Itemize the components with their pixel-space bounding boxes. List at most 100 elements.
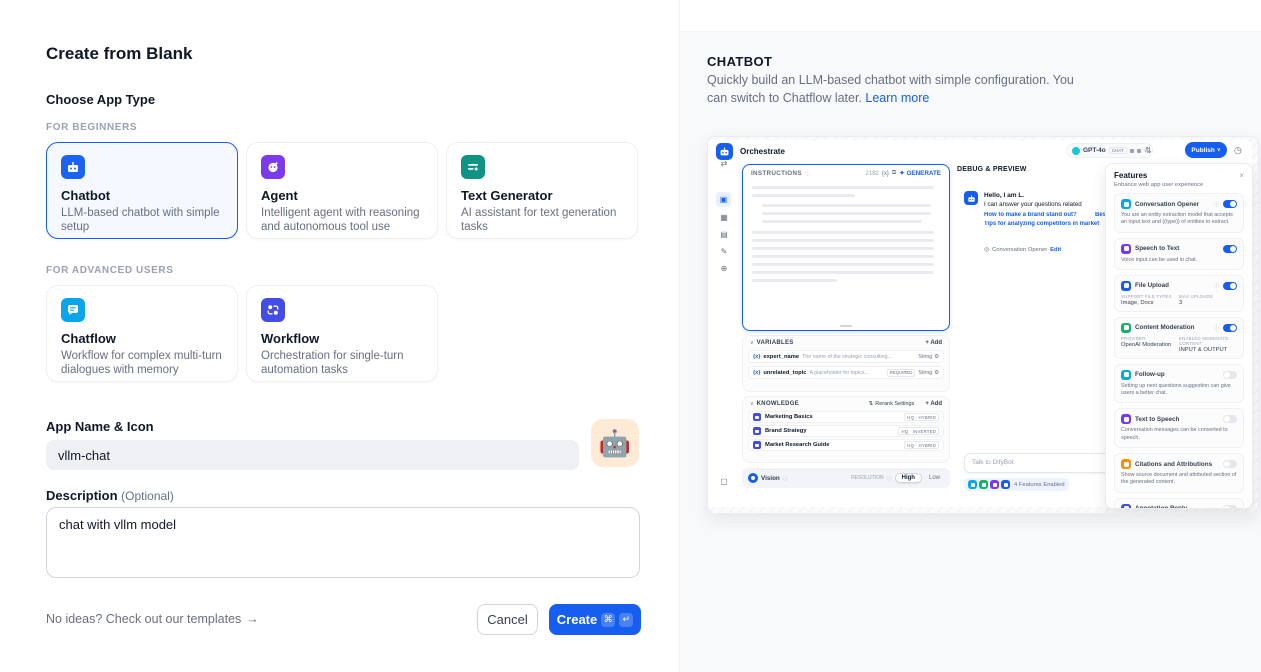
model-settings-icon: ⇅ [1145, 146, 1152, 155]
info-icon: ⓘ [1214, 324, 1219, 331]
note-icon: ✎ [717, 247, 731, 256]
create-app-dialog: Create from Blank Choose App Type FOR BE… [0, 0, 679, 672]
instructions-panel: INSTRUCTIONS ⓘ 2182 {x} ⧉ ✦ GENERATE [742, 164, 950, 331]
create-button[interactable]: Create ⌘ ↵ [549, 604, 641, 635]
knowledge-row: Brand Strategy HQ · INVERTED [748, 425, 944, 437]
copy-icon: ⧉ [892, 170, 896, 177]
info-icon: ⓘ [1214, 282, 1219, 289]
target-icon: ◎ [984, 247, 989, 253]
citations-icon [1121, 459, 1131, 469]
for-advanced-users-label: FOR ADVANCED USERS [46, 265, 173, 276]
model-param-icon [1137, 149, 1141, 153]
cancel-button[interactable]: Cancel [477, 604, 538, 635]
description-label: Description (Optional) [46, 488, 174, 503]
features-panel: Features × Enhance web app user experien… [1105, 163, 1253, 509]
app-type-desc: Intelligent agent with reasoning and aut… [261, 206, 423, 235]
app-type-card-chatflow[interactable]: Chatflow Workflow for complex multi-turn… [46, 285, 238, 382]
toggle-off [1223, 415, 1237, 423]
knowledge-title: KNOWLEDGE [757, 401, 799, 407]
suggestion-row: Tips for analyzing competitors in market [984, 221, 1106, 227]
feature-conversation-opener: Conversation Opener ⓘ You are an entity … [1114, 193, 1244, 233]
vision-setting-row: Vision ⓘ RESOLUTION ⓘ High Low [742, 468, 950, 488]
canvas-icon: ▢ [717, 477, 731, 486]
info-icon: ⓘ [887, 475, 892, 482]
right-top-strip [680, 0, 1261, 32]
description-optional-label: (Optional) [121, 489, 174, 503]
globe-icon: ⊕ [717, 264, 731, 273]
app-type-name: Chatbot [61, 188, 223, 203]
suggestion-row: How to make a brand stand out? Bes [984, 212, 1106, 218]
variable-row: {x} unrelated_topic A placeholder for to… [748, 366, 944, 379]
toggle-on [1223, 245, 1237, 253]
enter-key-icon: ↵ [619, 613, 633, 627]
variable-icon: {x} [753, 370, 760, 376]
variables-title: VARIABLES [757, 340, 794, 346]
upload-feature-icon [1001, 480, 1010, 489]
follow-up-icon [1121, 370, 1131, 380]
annotation-reply-icon [1121, 504, 1131, 509]
toggle-on [1223, 282, 1237, 290]
feature-file-upload: File Upload ⓘ SUPPORT FILE TYPESImage, D… [1114, 275, 1244, 312]
resolution-high-option: High [895, 473, 922, 483]
feature-text-to-speech: Text to Speech Conversation messages can… [1114, 408, 1244, 448]
info-icon: ⓘ [783, 475, 788, 482]
agent-icon [261, 155, 285, 179]
model-selector: GPT-4o CHAT ∨ [1066, 143, 1153, 158]
app-type-card-chatbot[interactable]: Chatbot LLM-based chatbot with simple se… [46, 142, 238, 239]
templates-link[interactable]: No ideas? Check out our templates → [46, 612, 259, 626]
features-enabled-badges: 4 Features Enabled [964, 478, 1069, 491]
feature-citations: Citations and Attributions Show source d… [1114, 453, 1244, 493]
resolution-low-option: Low [925, 474, 944, 482]
caret-down-icon: ∨ [750, 401, 754, 407]
sliders-icon: ⇅ [869, 401, 874, 407]
app-icon-button[interactable]: 🤖 [591, 419, 639, 467]
debug-preview-title: DEBUG & PREVIEW [957, 166, 1027, 173]
app-type-name: Chatflow [61, 331, 223, 346]
opener-feature-icon [968, 480, 977, 489]
beginner-app-types: Chatbot LLM-based chatbot with simple se… [46, 142, 638, 239]
variable-type: String ⚙ [918, 354, 939, 360]
app-name-input[interactable] [46, 440, 579, 470]
description-textarea[interactable]: chat with vllm model [46, 507, 640, 578]
info-heading: CHATBOT [707, 54, 772, 69]
chevron-down-icon: ∨ [1217, 147, 1221, 153]
chatbot-icon [61, 155, 85, 179]
choose-app-type-label: Choose App Type [46, 92, 155, 107]
variable-type: String ⚙ [918, 370, 939, 376]
content-moderation-icon [1121, 323, 1131, 333]
app-type-desc: Orchestration for single-turn automation… [261, 349, 423, 378]
text-generator-icon [461, 155, 485, 179]
history-icon: ◷ [1234, 145, 1242, 156]
conversation-opener-row: ◎ Conversation Opener Edit [984, 247, 1061, 253]
app-type-desc: LLM-based chatbot with simple setup [61, 206, 223, 235]
document-icon: ▤ [717, 230, 731, 239]
knowledge-row: Marketing Basics HQ · HYBRID [748, 411, 944, 423]
vision-icon [748, 473, 758, 483]
app-type-card-agent[interactable]: Agent Intelligent agent with reasoning a… [246, 142, 438, 239]
orchestrate-tab-icon: ▣ [716, 192, 731, 207]
app-type-card-text-generator[interactable]: Text Generator AI assistant for text gen… [446, 142, 638, 239]
toggle-on [1223, 200, 1237, 208]
workflow-icon [261, 298, 285, 322]
app-type-info-panel: CHATBOT Quickly build an LLM-based chatb… [679, 0, 1261, 672]
app-type-desc: AI assistant for text generation tasks [461, 206, 623, 235]
toggle-on [1223, 324, 1237, 332]
chatflow-icon [61, 298, 85, 322]
required-badge: REQUIRED [887, 369, 916, 377]
info-description: Quickly build an LLM-based chatbot with … [707, 72, 1079, 107]
toggle-off [1223, 460, 1237, 468]
app-type-name: Text Generator [461, 188, 623, 203]
preview-app-title: Orchestrate [740, 147, 785, 156]
knowledge-row: Market Research Guide HQ · HYBRID [748, 439, 944, 451]
model-provider-icon [1072, 147, 1080, 155]
speech-to-text-icon [1121, 244, 1131, 254]
learn-more-link[interactable]: Learn more [865, 91, 929, 105]
instructions-title: INSTRUCTIONS [751, 170, 802, 177]
knowledge-panel: ∨ KNOWLEDGE ⇅ Rerank Settings + Add Mark… [742, 396, 950, 463]
preview-app-icon [716, 143, 733, 160]
variable-icon: {x} [882, 171, 889, 177]
app-type-card-workflow[interactable]: Workflow Orchestration for single-turn a… [246, 285, 438, 382]
cmd-key-icon: ⌘ [601, 613, 615, 627]
bot-message: Hello, I am L. I can answer your questio… [984, 192, 1106, 227]
model-name: GPT-4o [1083, 147, 1106, 154]
